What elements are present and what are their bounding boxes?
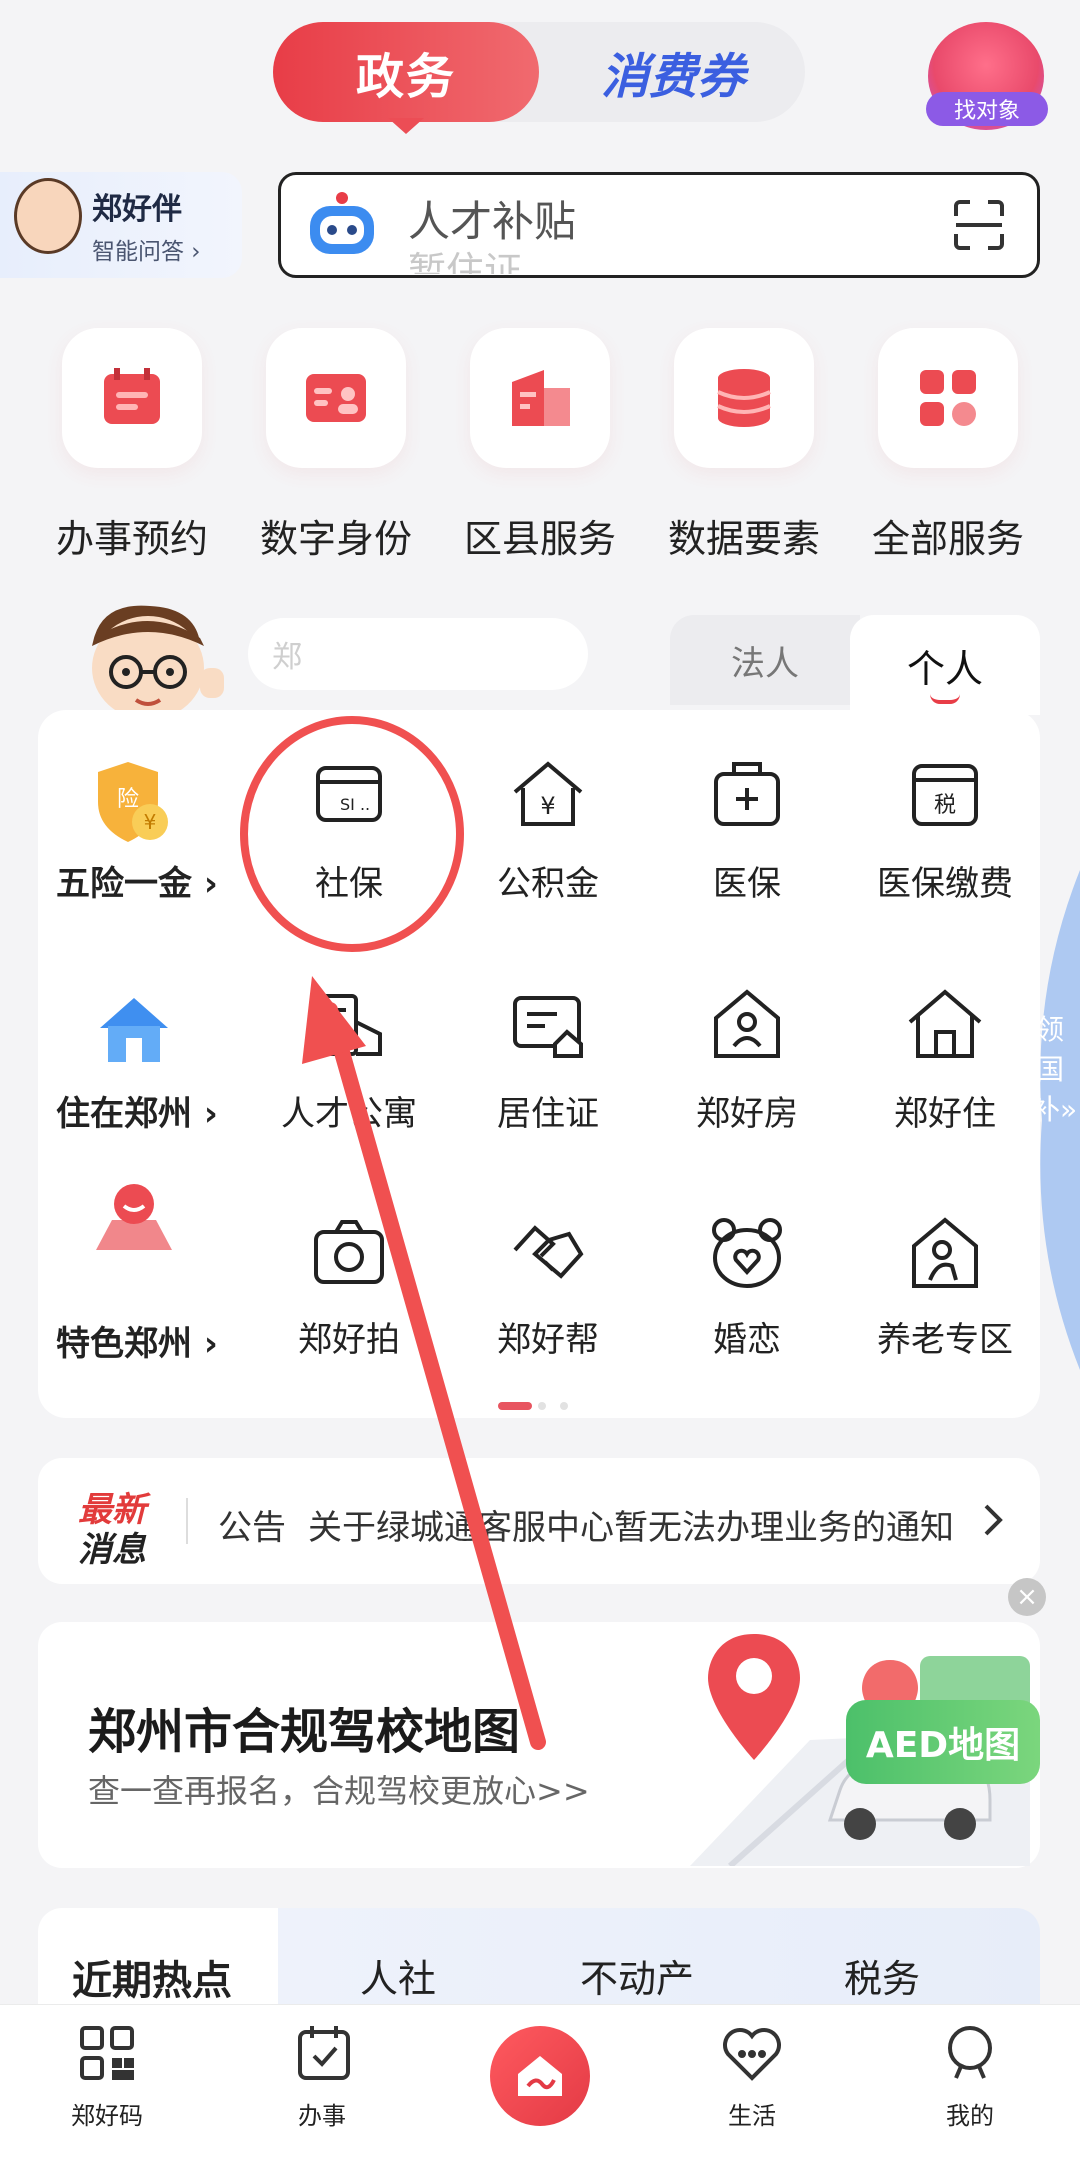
page-indicator: [560, 1402, 568, 1410]
svg-text:SI ..: SI ..: [340, 795, 370, 814]
house-person-icon: [714, 989, 780, 1058]
close-icon[interactable]: ×: [1008, 1578, 1046, 1616]
quick-service-label: 区县服务: [463, 517, 616, 561]
quick-service-label: 数字身份: [259, 517, 412, 561]
handshake-icon: [513, 1225, 584, 1279]
camera-icon: [314, 1220, 384, 1284]
search-bar[interactable]: [278, 172, 1040, 278]
quick-service-label: 全部服务: [871, 517, 1024, 561]
banner-title: 郑州市合规驾校地图: [88, 1704, 521, 1760]
quick-service-label: 办事预约: [55, 517, 208, 561]
tab-social[interactable]: 人社: [360, 1948, 436, 2003]
nav-label-life[interactable]: 生活: [682, 2096, 822, 2131]
id-card-icon: [306, 374, 366, 422]
insurance-shield-icon: ¥ 险: [98, 762, 168, 842]
medkit-icon: [714, 762, 780, 826]
scan-icon[interactable]: [952, 198, 1006, 252]
service-medical-insurance[interactable]: 医保: [647, 856, 847, 905]
banner-subtitle: 查一查再报名，合规驾校更放心>>: [88, 1772, 590, 1810]
svg-text:¥: ¥: [144, 810, 157, 834]
building-icon: [512, 370, 570, 426]
service-social-security[interactable]: 社保: [249, 856, 449, 905]
dating-label[interactable]: 找对象: [926, 92, 1048, 126]
service-dating[interactable]: 婚恋: [647, 1312, 847, 1361]
quick-service-appointment[interactable]: [62, 328, 202, 468]
svg-text:税: 税: [934, 793, 956, 818]
subsidy-side-label[interactable]: 领国补»: [1032, 1010, 1077, 1130]
nav-label-code[interactable]: 郑好码: [37, 2096, 177, 2131]
mascot-icon: [92, 605, 224, 720]
tab-government[interactable]: 政务: [273, 22, 539, 122]
elderly-icon: [912, 1217, 978, 1288]
residence-card-icon: [513, 996, 583, 1058]
heart-chat-icon[interactable]: [720, 2024, 784, 2084]
quick-service-data[interactable]: [674, 328, 814, 468]
page-indicator-active: [498, 1402, 532, 1410]
home-icon: [908, 989, 982, 1058]
service-talent-apartment[interactable]: 人才公寓: [249, 1086, 449, 1135]
qr-code-icon[interactable]: [78, 2024, 136, 2082]
nav-label-affairs[interactable]: 办事: [252, 2096, 392, 2131]
category-social-insurance[interactable]: 五险一金 ›: [56, 856, 218, 905]
chevron-right-icon[interactable]: [982, 1502, 1004, 1538]
tax-icon: 税: [912, 764, 978, 826]
service-zhenghao-photo[interactable]: 郑好拍: [249, 1312, 449, 1361]
tab-hot-topics[interactable]: 近期热点: [72, 1948, 232, 2006]
aed-map-button[interactable]: AED地图: [846, 1700, 1040, 1784]
service-medical-payment[interactable]: 医保缴费: [845, 856, 1045, 905]
bear-heart-icon: [712, 1218, 782, 1288]
news-headline[interactable]: 关于绿城通客服中心暂无法办理业务的通知: [308, 1500, 978, 1549]
tab-coupons[interactable]: 消费券: [560, 22, 786, 122]
assistant-subtitle: 智能问答 ›: [92, 239, 201, 265]
quick-service-digital-id[interactable]: [266, 328, 406, 468]
tab-legal-person[interactable]: 法人: [670, 615, 860, 705]
quick-service-label: 数据要素: [667, 517, 820, 561]
news-divider: [186, 1498, 188, 1544]
assistant-title: 郑好伴: [92, 192, 182, 227]
service-residence-permit[interactable]: 居住证: [448, 1086, 648, 1135]
robot-icon: [310, 192, 374, 254]
quick-service-all[interactable]: [878, 328, 1018, 468]
category-search-placeholder: 郑: [272, 640, 302, 675]
nav-label-mine[interactable]: 我的: [900, 2096, 1040, 2131]
tab-pointer: [388, 118, 424, 134]
page-indicator: [538, 1402, 546, 1410]
tab-tax[interactable]: 税务: [844, 1948, 920, 2003]
assistant-avatar-icon: [14, 178, 82, 254]
service-housing-fund[interactable]: 公积金: [448, 856, 648, 905]
calendar-check-icon[interactable]: [294, 2022, 354, 2082]
category-living[interactable]: 住在郑州 ›: [56, 1086, 218, 1135]
si-card-icon: SI ..: [316, 766, 382, 822]
person-icon[interactable]: [940, 2022, 1000, 2082]
news-tag: 公告: [218, 1508, 286, 1548]
quick-service-district[interactable]: [470, 328, 610, 468]
service-zhenghao-live[interactable]: 郑好住: [845, 1086, 1045, 1135]
svg-text:险: 险: [117, 787, 139, 812]
service-zhenghao-help[interactable]: 郑好帮: [448, 1312, 648, 1361]
service-zhenghao-house[interactable]: 郑好房: [647, 1086, 847, 1135]
database-icon: [717, 369, 771, 427]
house-yen-icon: ¥: [513, 761, 583, 826]
news-badge-bottom: 消息: [78, 1530, 146, 1570]
category-special[interactable]: 特色郑州 ›: [56, 1316, 218, 1365]
location-pin-red-icon: [96, 1184, 172, 1250]
svg-text:¥: ¥: [540, 792, 555, 820]
home-center-icon: [518, 2056, 562, 2096]
service-elderly-care[interactable]: 养老专区: [845, 1312, 1045, 1361]
tab-real-estate[interactable]: 不动产: [580, 1948, 694, 2003]
house-blue-icon: [100, 998, 168, 1062]
search-next-hint: 暂住证: [408, 249, 523, 274]
calendar-icon: [104, 368, 160, 424]
apartment-icon: [318, 994, 382, 1056]
grid-icon: [920, 370, 976, 426]
